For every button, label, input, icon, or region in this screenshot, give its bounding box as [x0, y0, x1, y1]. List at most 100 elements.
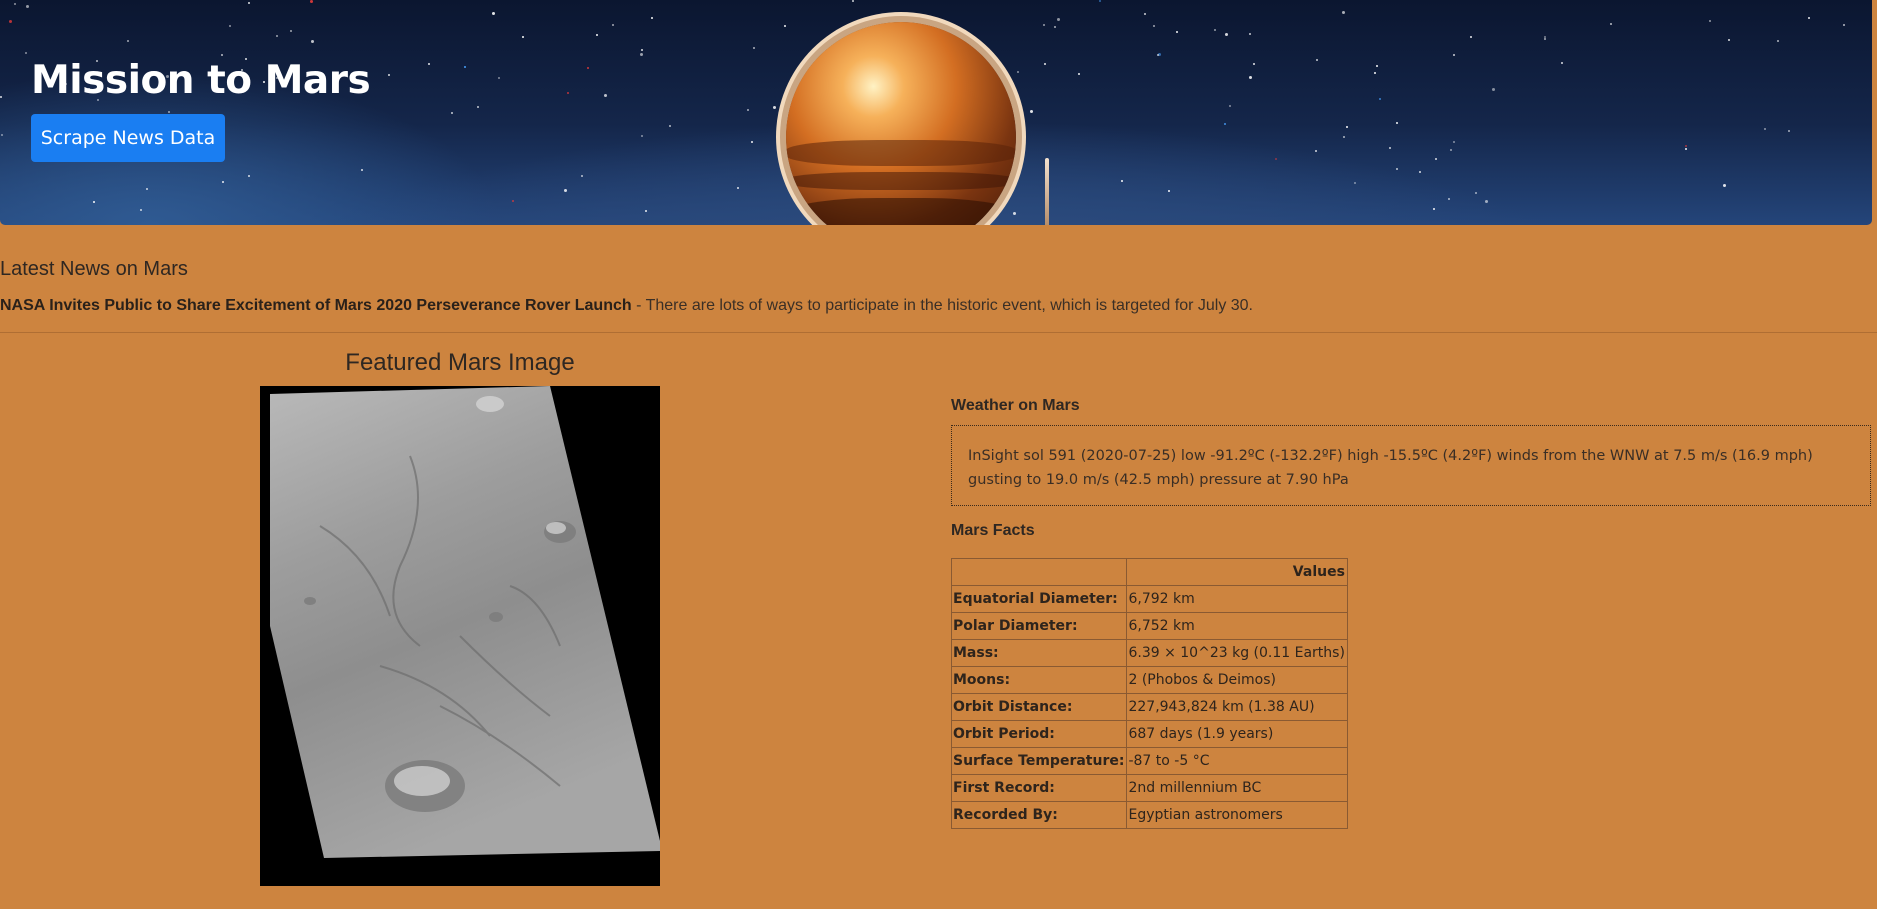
star-decoration	[1030, 110, 1033, 113]
star-decoration	[1396, 122, 1398, 124]
table-header-blank	[950, 558, 1128, 586]
star-decoration	[276, 35, 278, 37]
star-decoration	[1561, 62, 1563, 64]
star-decoration	[1788, 130, 1790, 132]
jumbotron: Mission to Mars Scrape News Data	[0, 0, 1872, 225]
star-decoration	[1709, 20, 1711, 22]
star-decoration	[1153, 25, 1155, 27]
star-decoration	[146, 188, 148, 190]
star-decoration	[1492, 88, 1495, 91]
star-decoration	[751, 141, 753, 143]
star-decoration	[773, 106, 776, 109]
star-decoration	[1376, 65, 1378, 67]
table-row: Polar Diameter: 6,752 km	[950, 612, 1348, 640]
star-decoration	[567, 92, 569, 94]
fact-value: -87 to -5 °C	[1126, 747, 1348, 775]
star-decoration	[612, 24, 614, 26]
table-row: First Record: 2nd millennium BC	[950, 774, 1348, 802]
weather-tweet: InSight sol 591 (2020-07-25) low -91.2ºC…	[951, 425, 1871, 506]
weather-heading: Weather on Mars	[951, 397, 1080, 414]
fact-label: Orbit Period:	[950, 720, 1128, 748]
star-decoration	[1389, 147, 1391, 149]
star-decoration	[1253, 63, 1255, 65]
star-decoration	[1475, 192, 1477, 194]
star-decoration	[1685, 145, 1687, 147]
star-decoration	[1316, 59, 1318, 61]
fact-value: 6.39 × 10^23 kg (0.11 Earths)	[1126, 639, 1348, 667]
star-decoration	[428, 63, 430, 65]
star-decoration	[1764, 128, 1766, 130]
star-decoration	[1249, 33, 1251, 35]
star-decoration	[1043, 24, 1045, 26]
star-decoration	[1044, 63, 1046, 65]
star-decoration	[1470, 36, 1472, 38]
fact-value: 2nd millennium BC	[1126, 774, 1348, 802]
star-decoration	[852, 0, 854, 2]
star-decoration	[1354, 182, 1356, 184]
mars-facts-table: Values Equatorial Diameter: 6,792 km Pola…	[950, 558, 1348, 829]
star-decoration	[498, 77, 500, 79]
star-decoration	[1229, 105, 1231, 107]
star-decoration	[1379, 98, 1381, 100]
star-decoration	[9, 20, 12, 23]
star-decoration	[784, 25, 786, 27]
star-decoration	[581, 175, 583, 177]
star-decoration	[1777, 40, 1779, 42]
star-decoration	[1343, 136, 1345, 138]
star-decoration	[1728, 39, 1730, 41]
star-decoration	[140, 209, 142, 211]
star-decoration	[640, 53, 643, 56]
fact-value: 227,943,824 km (1.38 AU)	[1126, 693, 1348, 721]
news-separator: -	[631, 297, 646, 314]
star-decoration	[1144, 13, 1146, 15]
fact-value: Egyptian astronomers	[1126, 801, 1348, 829]
star-decoration	[1017, 71, 1019, 73]
fact-label: Recorded By:	[950, 801, 1128, 829]
fact-label: Moons:	[950, 666, 1128, 694]
table-row: Equatorial Diameter: 6,792 km	[950, 585, 1348, 613]
star-decoration	[1396, 168, 1398, 170]
fact-label: Equatorial Diameter:	[950, 585, 1128, 613]
news-title: NASA Invites Public to Share Excitement …	[0, 297, 632, 314]
star-decoration	[361, 169, 363, 171]
star-decoration	[248, 175, 250, 177]
star-decoration	[1225, 33, 1228, 36]
star-decoration	[1346, 126, 1348, 128]
fact-label: Mass:	[950, 639, 1128, 667]
star-decoration	[1078, 73, 1080, 75]
star-decoration	[1214, 29, 1216, 31]
star-decoration	[1843, 24, 1845, 26]
star-decoration	[93, 201, 95, 203]
star-decoration	[1685, 148, 1687, 150]
star-decoration	[1453, 141, 1455, 143]
star-decoration	[898, 14, 900, 16]
star-decoration	[1, 134, 3, 136]
star-decoration	[1448, 198, 1450, 200]
star-decoration	[596, 34, 598, 36]
star-decoration	[451, 112, 453, 114]
page-title: Mission to Mars	[31, 58, 371, 103]
star-decoration	[604, 94, 607, 97]
star-decoration	[1054, 26, 1056, 28]
star-decoration	[492, 12, 495, 15]
star-decoration	[221, 54, 223, 56]
star-decoration	[388, 74, 390, 76]
fact-label: Polar Diameter:	[950, 612, 1128, 640]
star-decoration	[1315, 150, 1317, 152]
star-decoration	[14, 3, 16, 5]
fact-label: Orbit Distance:	[950, 693, 1128, 721]
star-decoration	[1419, 171, 1421, 173]
star-decoration	[1224, 123, 1226, 125]
star-decoration	[587, 67, 589, 69]
fact-value: 6,752 km	[1126, 612, 1348, 640]
star-decoration	[1808, 17, 1810, 19]
table-row: Recorded By: Egyptian astronomers	[950, 801, 1348, 829]
star-decoration	[737, 187, 739, 189]
star-decoration	[1544, 38, 1546, 40]
scrape-news-button[interactable]: Scrape News Data	[31, 114, 225, 162]
star-decoration	[753, 47, 755, 49]
star-decoration	[477, 106, 479, 108]
star-decoration	[564, 189, 567, 192]
featured-mars-image[interactable]	[260, 386, 660, 886]
star-decoration	[1610, 23, 1612, 25]
